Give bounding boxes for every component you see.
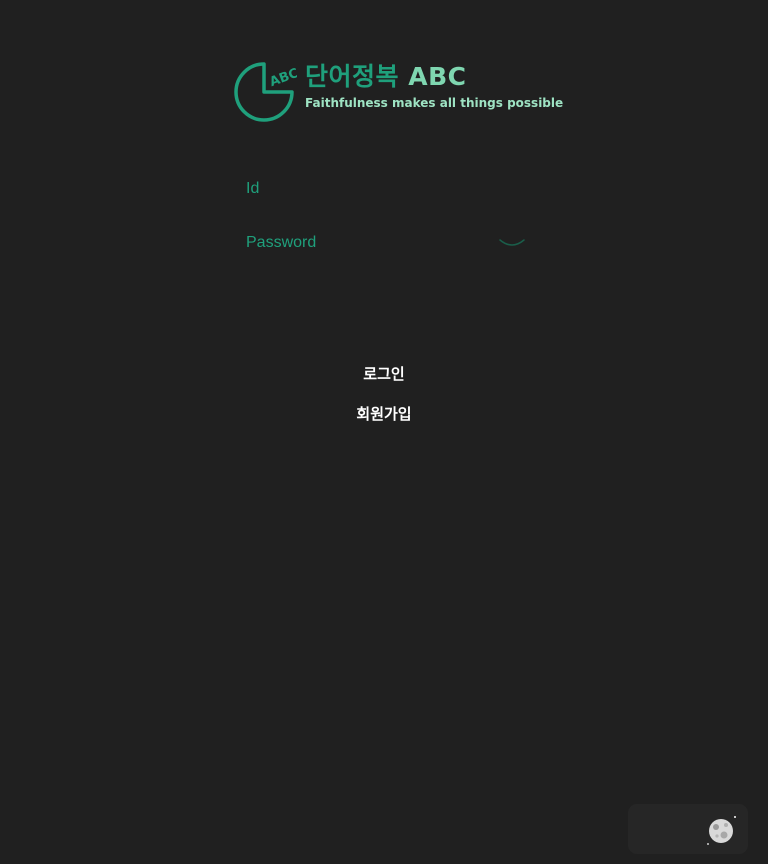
signup-button[interactable]: 회원가입 [334, 400, 434, 426]
password-field-wrapper [246, 228, 526, 258]
eye-closed-icon[interactable] [498, 236, 526, 250]
theme-toggle-button[interactable] [628, 804, 748, 854]
app-tagline: Faithfulness makes all things possible [305, 96, 564, 110]
moon-icon [707, 816, 736, 845]
id-field-wrapper [246, 174, 526, 204]
app-title: 단어정복 ABC [305, 62, 467, 92]
login-button[interactable]: 로그인 [334, 360, 434, 386]
id-input[interactable] [246, 174, 526, 204]
login-page: ABC 단어정복 ABC Faithfulness makes all thin… [0, 0, 768, 864]
logo-mark-text: ABC [268, 66, 297, 90]
app-title-korean: 단어정복 [305, 62, 400, 91]
app-title-abc: ABC [408, 62, 467, 91]
logo-pie-icon: ABC [234, 62, 297, 122]
password-input[interactable] [246, 228, 526, 258]
app-logo: ABC 단어정복 ABC Faithfulness makes all thin… [233, 60, 563, 124]
